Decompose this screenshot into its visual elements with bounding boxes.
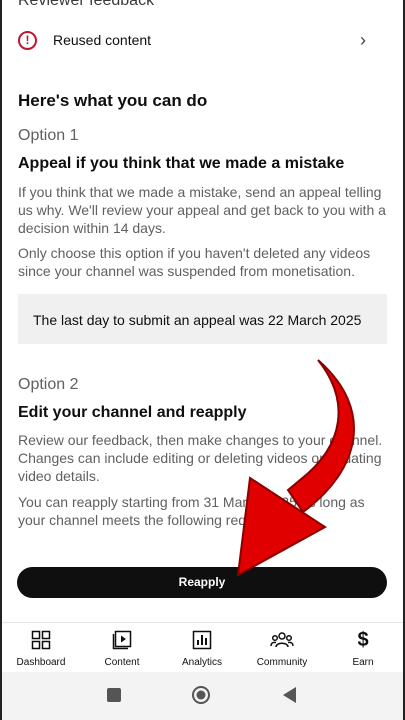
- option1-note: Only choose this option if you haven't d…: [18, 245, 371, 279]
- system-navigation-bar: [0, 672, 405, 720]
- reviewer-feedback-heading: Reviewer feedback: [18, 0, 155, 9]
- tab-community-label: Community: [256, 657, 308, 668]
- appeal-deadline-text: The last day to submit an appeal was 22 …: [33, 312, 362, 328]
- option2-requirements: You can reapply starting from 31 March 2…: [18, 494, 365, 528]
- earn-icon: $: [357, 628, 369, 651]
- back-icon[interactable]: [281, 686, 297, 704]
- warning-icon: !: [18, 31, 37, 50]
- appeal-deadline-notice: The last day to submit an appeal was 22 …: [18, 294, 387, 344]
- section-title: Here's what you can do: [18, 91, 208, 110]
- option1-title: Appeal if you think that we made a mista…: [18, 155, 345, 172]
- tab-dashboard-label: Dashboard: [16, 657, 66, 668]
- tab-dashboard[interactable]: Dashboard: [6, 629, 76, 668]
- feedback-item-reused-content[interactable]: ! Reused content ›: [0, 22, 405, 58]
- analytics-icon: [167, 629, 237, 651]
- content-icon: [87, 629, 157, 651]
- tab-analytics-label: Analytics: [181, 657, 222, 668]
- tab-earn[interactable]: $ Earn: [328, 628, 398, 669]
- feedback-item-label: Reused content: [53, 32, 152, 48]
- option2-label: Option 2: [18, 376, 79, 393]
- tab-content-label: Content: [104, 657, 140, 668]
- tab-community[interactable]: Community: [247, 629, 317, 668]
- tab-earn-label: Earn: [352, 657, 374, 668]
- recent-apps-icon[interactable]: [106, 687, 122, 703]
- option1-description: If you think that we made a mistake, sen…: [18, 184, 386, 236]
- option1-label: Option 1: [18, 127, 79, 144]
- tab-content[interactable]: Content: [87, 629, 157, 668]
- dashboard-icon: [6, 629, 76, 651]
- tab-analytics[interactable]: Analytics: [167, 629, 237, 668]
- option2-description: Review our feedback, then make changes t…: [18, 432, 383, 484]
- chevron-right-icon: ›: [360, 30, 366, 50]
- scroll-content[interactable]: Reviewer feedback ! Reused content › Her…: [0, 0, 405, 622]
- community-icon: [247, 629, 317, 651]
- home-icon[interactable]: [191, 685, 211, 705]
- option2-title: Edit your channel and reapply: [18, 404, 247, 421]
- bottom-tab-bar: Dashboard Content Analytics Community $ …: [0, 622, 405, 673]
- reapply-button[interactable]: Reapply: [17, 567, 387, 598]
